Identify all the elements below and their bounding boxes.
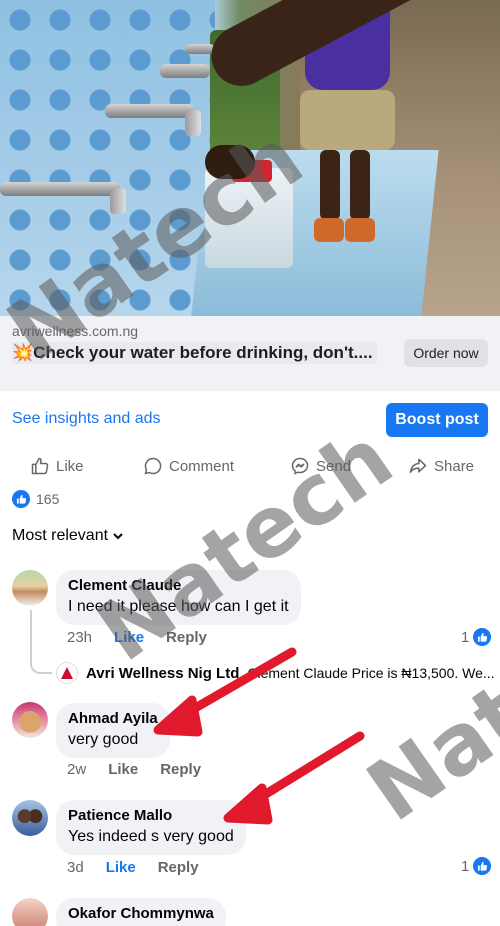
- comment-time[interactable]: 23h: [67, 629, 92, 646]
- like-reaction-icon: [473, 628, 492, 646]
- send-action-label: Send: [316, 457, 352, 475]
- comment-text: Yes indeed s very good: [68, 828, 234, 845]
- like-button[interactable]: Like: [114, 629, 144, 646]
- comment-author[interactable]: Clement Claude: [68, 576, 289, 596]
- like-reaction-icon: [473, 857, 492, 875]
- see-insights-link[interactable]: See insights and ads: [12, 410, 161, 428]
- collision-emoji-icon: 💥: [12, 343, 34, 362]
- comment-like-count[interactable]: 1: [461, 857, 492, 875]
- reply-author[interactable]: Avri Wellness Nig Ltd: [86, 665, 239, 682]
- image-person-leg: [320, 150, 340, 220]
- image-jerrycan: [205, 168, 293, 268]
- ad-title[interactable]: 💥Check your water before drinking, don't…: [12, 342, 377, 364]
- like-action-label: Like: [56, 457, 84, 475]
- reply-button[interactable]: Reply: [160, 761, 201, 778]
- comment-action-label: Comment: [169, 457, 235, 475]
- share-action-label: Share: [434, 457, 475, 475]
- like-button[interactable]: Like: [106, 859, 136, 876]
- comment-bubble[interactable]: Okafor Chommynwa: [56, 898, 226, 926]
- comment-bubble[interactable]: Ahmad Ayila very good: [56, 703, 170, 758]
- comment-like-count[interactable]: 1: [461, 628, 492, 646]
- send-action-button[interactable]: Send: [290, 455, 351, 477]
- comment-sort-dropdown[interactable]: Most relevant: [12, 527, 124, 545]
- reply-button[interactable]: Reply: [158, 859, 199, 876]
- thumbs-up-icon: [31, 457, 49, 475]
- share-arrow-icon: [409, 458, 427, 473]
- reaction-summary[interactable]: 165: [12, 490, 59, 508]
- ad-image[interactable]: [0, 0, 500, 316]
- chevron-down-icon: [113, 533, 123, 540]
- reply-preview[interactable]: Avri Wellness Nig Ltd Clement Claude Pri…: [56, 662, 495, 684]
- comment-bubble-icon: [144, 457, 162, 475]
- comment-meta: 3d Like Reply: [67, 859, 199, 876]
- watermark-text: Natech: [350, 568, 500, 841]
- like-reaction-icon: [12, 490, 30, 508]
- reaction-count: 165: [36, 491, 60, 507]
- comment-text: very good: [68, 731, 139, 748]
- thread-line: [30, 610, 32, 658]
- image-tap: [0, 182, 126, 214]
- image-tiled-wall: [0, 0, 215, 316]
- image-person-leg: [350, 150, 370, 220]
- ad-domain: avriwellness.com.ng: [12, 323, 139, 339]
- comment-meta: 2w Like Reply: [67, 761, 201, 778]
- like-count-value: 1: [461, 857, 470, 875]
- comment-author[interactable]: Okafor Chommynwa: [68, 904, 214, 924]
- thread-elbow: [30, 656, 52, 674]
- image-hand: [205, 145, 255, 179]
- reply-button[interactable]: Reply: [166, 629, 207, 646]
- avatar[interactable]: [12, 800, 48, 836]
- comment-action-button[interactable]: Comment: [143, 455, 234, 477]
- avatar[interactable]: [12, 702, 48, 738]
- ad-title-text: Check your water before drinking, don't.…: [33, 343, 373, 362]
- comment-author[interactable]: Ahmad Ayila: [68, 709, 158, 729]
- image-person-shoe: [345, 218, 375, 242]
- comment-time[interactable]: 2w: [67, 761, 86, 778]
- order-now-button[interactable]: Order now: [404, 339, 488, 367]
- comment-text: I need it please how can I get it: [68, 598, 289, 615]
- share-action-button[interactable]: Share: [408, 455, 474, 477]
- like-button[interactable]: Like: [108, 761, 138, 778]
- like-count-value: 1: [461, 628, 470, 646]
- comment-bubble[interactable]: Patience Mallo Yes indeed s very good: [56, 800, 246, 855]
- image-tap: [105, 104, 201, 136]
- boost-post-button[interactable]: Boost post: [386, 403, 488, 437]
- reply-text: Clement Claude Price is ₦13,500. We...: [247, 665, 495, 681]
- image-person-shorts: [300, 90, 395, 150]
- messenger-icon: [291, 457, 309, 475]
- like-action-button[interactable]: Like: [30, 455, 84, 477]
- sort-label: Most relevant: [12, 527, 109, 544]
- comment-meta: 23h Like Reply: [67, 629, 207, 646]
- avatar[interactable]: [12, 570, 48, 606]
- comment-time[interactable]: 3d: [67, 859, 84, 876]
- comment-author[interactable]: Patience Mallo: [68, 806, 234, 826]
- image-person-shoe: [314, 218, 344, 242]
- image-tap: [160, 64, 210, 78]
- comment-bubble[interactable]: Clement Claude I need it please how can …: [56, 570, 301, 625]
- avri-logo-icon: [56, 662, 78, 684]
- avatar[interactable]: [12, 898, 48, 926]
